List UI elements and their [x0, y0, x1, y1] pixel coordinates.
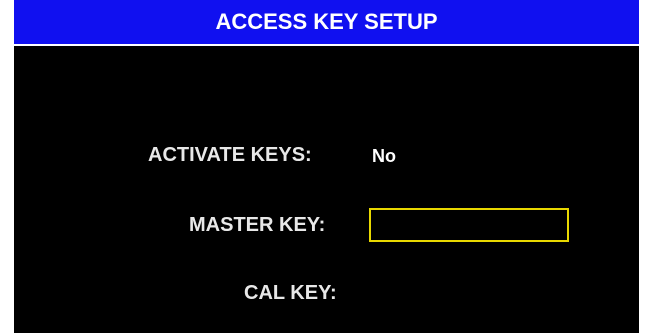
setup-screen: ACCESS KEY SETUP ACTIVATE KEYS: No MASTE… [14, 0, 639, 333]
activate-keys-label: ACTIVATE KEYS: [148, 144, 312, 166]
title-bar: ACCESS KEY SETUP [14, 0, 639, 46]
master-key-label: MASTER KEY: [189, 214, 326, 236]
activate-keys-value[interactable]: No [372, 146, 396, 167]
page-title: ACCESS KEY SETUP [215, 9, 438, 34]
master-key-field[interactable] [369, 208, 569, 242]
cal-key-label: CAL KEY: [244, 282, 337, 304]
